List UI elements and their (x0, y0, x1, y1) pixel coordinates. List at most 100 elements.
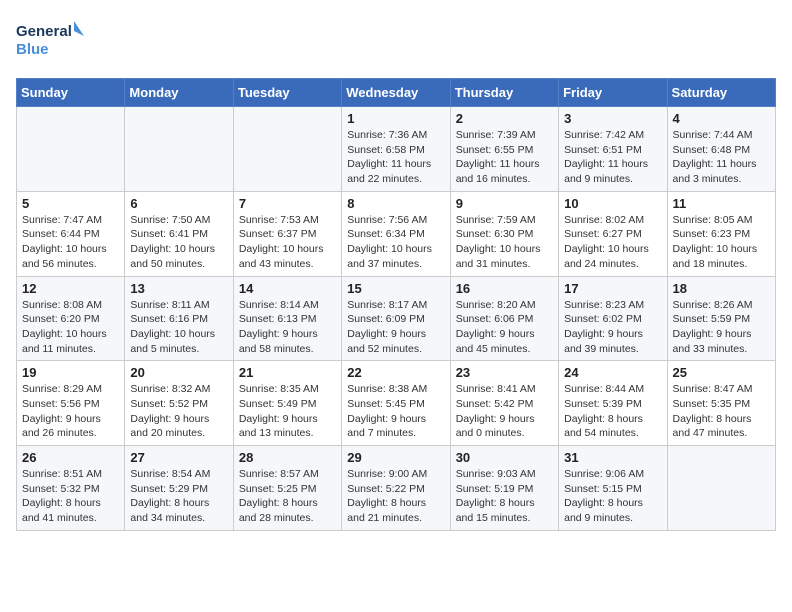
day-number: 23 (456, 365, 553, 380)
day-info: Sunrise: 8:20 AM Sunset: 6:06 PM Dayligh… (456, 298, 553, 357)
calendar-cell: 26 Sunrise: 8:51 AM Sunset: 5:32 PM Dayli… (17, 446, 125, 531)
day-number: 18 (673, 281, 770, 296)
calendar-cell: 12 Sunrise: 8:08 AM Sunset: 6:20 PM Dayli… (17, 276, 125, 361)
day-number: 1 (347, 111, 444, 126)
calendar-cell: 2Sunrise: 7:39 AM Sunset: 6:55 PM Daylig… (450, 107, 558, 192)
day-number: 20 (130, 365, 227, 380)
day-info: Sunrise: 9:00 AM Sunset: 5:22 PM Dayligh… (347, 467, 444, 526)
calendar-cell (667, 446, 775, 531)
logo: General Blue (16, 16, 86, 66)
calendar-body: 1Sunrise: 7:36 AM Sunset: 6:58 PM Daylig… (17, 107, 776, 531)
day-info: Sunrise: 8:32 AM Sunset: 5:52 PM Dayligh… (130, 382, 227, 441)
day-number: 4 (673, 111, 770, 126)
weekday-header-row: SundayMondayTuesdayWednesdayThursdayFrid… (17, 79, 776, 107)
day-info: Sunrise: 8:23 AM Sunset: 6:02 PM Dayligh… (564, 298, 661, 357)
calendar-cell: 18 Sunrise: 8:26 AM Sunset: 5:59 PM Dayli… (667, 276, 775, 361)
day-info: Sunrise: 8:51 AM Sunset: 5:32 PM Dayligh… (22, 467, 119, 526)
day-info: Sunrise: 8:26 AM Sunset: 5:59 PM Dayligh… (673, 298, 770, 357)
day-info: Sunrise: 8:57 AM Sunset: 5:25 PM Dayligh… (239, 467, 336, 526)
day-number: 29 (347, 450, 444, 465)
calendar-week-4: 19 Sunrise: 8:29 AM Sunset: 5:56 PM Dayli… (17, 361, 776, 446)
calendar-table: SundayMondayTuesdayWednesdayThursdayFrid… (16, 78, 776, 531)
day-number: 9 (456, 196, 553, 211)
calendar-cell: 4 Sunrise: 7:44 AM Sunset: 6:48 PM Daylig… (667, 107, 775, 192)
weekday-header-tuesday: Tuesday (233, 79, 341, 107)
day-info: Sunrise: 8:41 AM Sunset: 5:42 PM Dayligh… (456, 382, 553, 441)
day-number: 22 (347, 365, 444, 380)
day-number: 30 (456, 450, 553, 465)
day-info: Sunrise: 8:54 AM Sunset: 5:29 PM Dayligh… (130, 467, 227, 526)
page-header: General Blue (16, 16, 776, 66)
day-number: 5 (22, 196, 119, 211)
calendar-header: SundayMondayTuesdayWednesdayThursdayFrid… (17, 79, 776, 107)
day-info: Sunrise: 8:14 AM Sunset: 6:13 PM Dayligh… (239, 298, 336, 357)
calendar-cell: 20 Sunrise: 8:32 AM Sunset: 5:52 PM Dayli… (125, 361, 233, 446)
calendar-cell: 7 Sunrise: 7:53 AM Sunset: 6:37 PM Daylig… (233, 191, 341, 276)
day-number: 17 (564, 281, 661, 296)
calendar-cell: 21 Sunrise: 8:35 AM Sunset: 5:49 PM Dayli… (233, 361, 341, 446)
day-number: 31 (564, 450, 661, 465)
calendar-cell: 22 Sunrise: 8:38 AM Sunset: 5:45 PM Dayli… (342, 361, 450, 446)
day-number: 13 (130, 281, 227, 296)
day-number: 24 (564, 365, 661, 380)
day-info: Sunrise: 8:29 AM Sunset: 5:56 PM Dayligh… (22, 382, 119, 441)
day-number: 10 (564, 196, 661, 211)
weekday-header-monday: Monday (125, 79, 233, 107)
day-info: Sunrise: 7:53 AM Sunset: 6:37 PM Dayligh… (239, 213, 336, 272)
calendar-cell: 16Sunrise: 8:20 AM Sunset: 6:06 PM Dayli… (450, 276, 558, 361)
day-info: Sunrise: 9:06 AM Sunset: 5:15 PM Dayligh… (564, 467, 661, 526)
calendar-cell: 25 Sunrise: 8:47 AM Sunset: 5:35 PM Dayli… (667, 361, 775, 446)
day-info: Sunrise: 8:44 AM Sunset: 5:39 PM Dayligh… (564, 382, 661, 441)
day-info: Sunrise: 7:56 AM Sunset: 6:34 PM Dayligh… (347, 213, 444, 272)
day-info: Sunrise: 8:05 AM Sunset: 6:23 PM Dayligh… (673, 213, 770, 272)
calendar-cell (17, 107, 125, 192)
day-number: 11 (673, 196, 770, 211)
day-number: 21 (239, 365, 336, 380)
calendar-cell: 14 Sunrise: 8:14 AM Sunset: 6:13 PM Dayli… (233, 276, 341, 361)
day-number: 3 (564, 111, 661, 126)
calendar-week-2: 5Sunrise: 7:47 AM Sunset: 6:44 PM Daylig… (17, 191, 776, 276)
weekday-header-sunday: Sunday (17, 79, 125, 107)
day-number: 8 (347, 196, 444, 211)
day-number: 26 (22, 450, 119, 465)
calendar-cell (233, 107, 341, 192)
day-info: Sunrise: 8:38 AM Sunset: 5:45 PM Dayligh… (347, 382, 444, 441)
calendar-cell: 10Sunrise: 8:02 AM Sunset: 6:27 PM Dayli… (559, 191, 667, 276)
calendar-cell: 29 Sunrise: 9:00 AM Sunset: 5:22 PM Dayli… (342, 446, 450, 531)
weekday-header-thursday: Thursday (450, 79, 558, 107)
day-info: Sunrise: 7:50 AM Sunset: 6:41 PM Dayligh… (130, 213, 227, 272)
calendar-cell: 9 Sunrise: 7:59 AM Sunset: 6:30 PM Daylig… (450, 191, 558, 276)
day-number: 28 (239, 450, 336, 465)
calendar-week-5: 26 Sunrise: 8:51 AM Sunset: 5:32 PM Dayli… (17, 446, 776, 531)
day-info: Sunrise: 8:17 AM Sunset: 6:09 PM Dayligh… (347, 298, 444, 357)
day-number: 7 (239, 196, 336, 211)
calendar-cell: 30Sunrise: 9:03 AM Sunset: 5:19 PM Dayli… (450, 446, 558, 531)
day-info: Sunrise: 8:11 AM Sunset: 6:16 PM Dayligh… (130, 298, 227, 357)
day-info: Sunrise: 7:59 AM Sunset: 6:30 PM Dayligh… (456, 213, 553, 272)
day-number: 14 (239, 281, 336, 296)
day-info: Sunrise: 8:47 AM Sunset: 5:35 PM Dayligh… (673, 382, 770, 441)
day-info: Sunrise: 8:35 AM Sunset: 5:49 PM Dayligh… (239, 382, 336, 441)
weekday-header-saturday: Saturday (667, 79, 775, 107)
day-info: Sunrise: 7:42 AM Sunset: 6:51 PM Dayligh… (564, 128, 661, 187)
calendar-cell: 23 Sunrise: 8:41 AM Sunset: 5:42 PM Dayli… (450, 361, 558, 446)
day-number: 6 (130, 196, 227, 211)
calendar-cell: 3 Sunrise: 7:42 AM Sunset: 6:51 PM Daylig… (559, 107, 667, 192)
calendar-cell: 31 Sunrise: 9:06 AM Sunset: 5:15 PM Dayli… (559, 446, 667, 531)
day-info: Sunrise: 7:44 AM Sunset: 6:48 PM Dayligh… (673, 128, 770, 187)
day-number: 12 (22, 281, 119, 296)
logo-svg: General Blue (16, 16, 86, 66)
day-info: Sunrise: 8:08 AM Sunset: 6:20 PM Dayligh… (22, 298, 119, 357)
day-number: 19 (22, 365, 119, 380)
calendar-cell: 19 Sunrise: 8:29 AM Sunset: 5:56 PM Dayli… (17, 361, 125, 446)
day-number: 25 (673, 365, 770, 380)
calendar-cell: 11 Sunrise: 8:05 AM Sunset: 6:23 PM Dayli… (667, 191, 775, 276)
calendar-week-1: 1Sunrise: 7:36 AM Sunset: 6:58 PM Daylig… (17, 107, 776, 192)
day-info: Sunrise: 7:39 AM Sunset: 6:55 PM Dayligh… (456, 128, 553, 187)
calendar-cell: 13 Sunrise: 8:11 AM Sunset: 6:16 PM Dayli… (125, 276, 233, 361)
calendar-cell: 27Sunrise: 8:54 AM Sunset: 5:29 PM Dayli… (125, 446, 233, 531)
calendar-cell: 17 Sunrise: 8:23 AM Sunset: 6:02 PM Dayli… (559, 276, 667, 361)
calendar-cell: 5Sunrise: 7:47 AM Sunset: 6:44 PM Daylig… (17, 191, 125, 276)
calendar-cell: 15Sunrise: 8:17 AM Sunset: 6:09 PM Dayli… (342, 276, 450, 361)
svg-text:General: General (16, 23, 72, 40)
